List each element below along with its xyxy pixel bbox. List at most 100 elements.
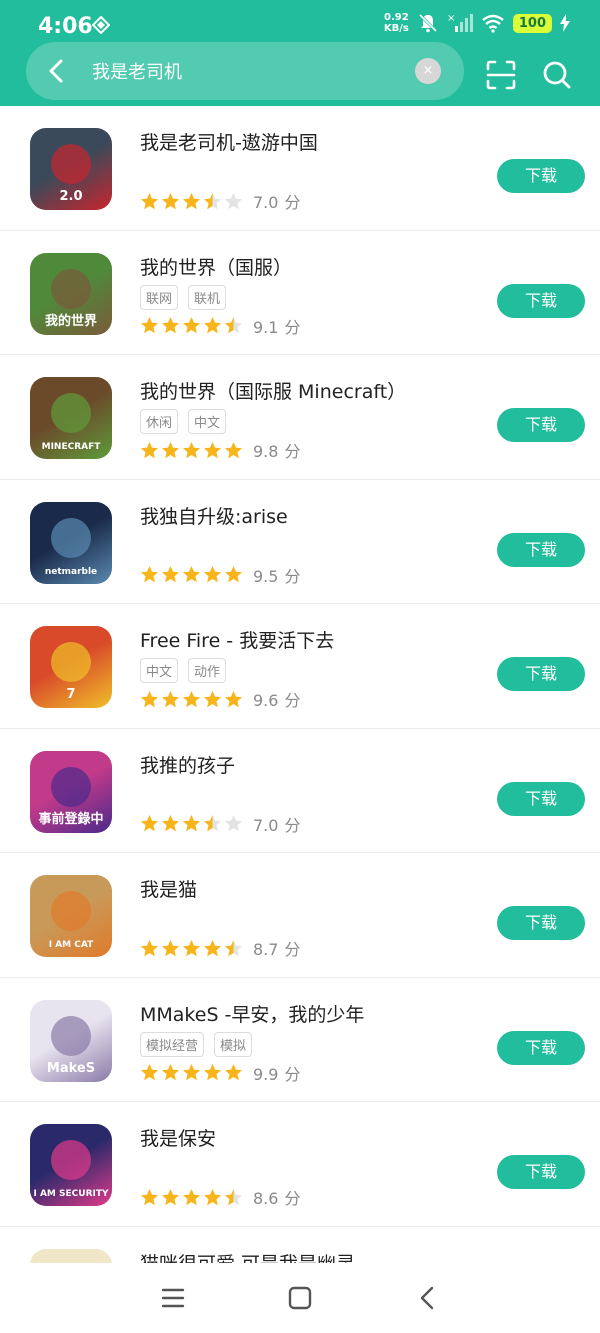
rating-score: 9.9 分: [253, 1061, 300, 1085]
app-name[interactable]: 我是老司机-遨游中国: [140, 128, 318, 155]
search-results-list[interactable]: 2.0 我是老司机-遨游中国 7.0 分下载 我的世界 我的世界（国服） 联网 联机 9.1 分下…: [0, 106, 600, 1263]
search-icon[interactable]: [540, 58, 574, 92]
star-icon: [224, 565, 243, 583]
menu-icon[interactable]: [158, 1283, 188, 1313]
app-name[interactable]: 我的世界（国际服 Minecraft）: [140, 377, 406, 404]
svg-text:×: ×: [447, 13, 455, 24]
app-tag: 联网: [140, 284, 179, 310]
app-list-item[interactable]: 事前登錄中 我推的孩子 7.0 分 下载: [0, 729, 600, 853]
app-name[interactable]: MMakeS -早安，我的少年: [140, 1000, 364, 1027]
app-list-item[interactable]: MINECRAFT 我的世界（国际服 Minecraft） 休闲 中文 9.8 分 下载: [0, 355, 600, 480]
app-tag: 模拟: [214, 1031, 253, 1057]
star-icon: [161, 690, 180, 707]
star-icon: [224, 316, 243, 334]
app-icon[interactable]: 事前登錄中: [30, 750, 112, 833]
download-button[interactable]: 下载: [497, 283, 585, 318]
back-arrow-icon[interactable]: [40, 54, 74, 88]
signal-icon: ×: [447, 13, 473, 32]
rating-stars: [140, 939, 243, 958]
app-name[interactable]: 我推的孩子: [140, 751, 235, 778]
app-icon[interactable]: netmarble: [30, 501, 112, 584]
star-icon: [140, 1188, 159, 1205]
status-indicators: 0.92 KB/s × 100: [384, 12, 570, 34]
rating-unit: 分: [284, 815, 301, 835]
app-icon[interactable]: I AM SECURITY: [30, 1124, 112, 1206]
app-icon[interactable]: [30, 1248, 112, 1263]
app-icon[interactable]: 我的世界: [30, 252, 112, 335]
app-icon[interactable]: I AM CAT: [30, 875, 112, 957]
app-tags: 休闲 中文: [140, 409, 227, 434]
app-icon-art: I AM CAT: [49, 891, 94, 950]
download-button[interactable]: 下载: [497, 532, 585, 567]
app-icon-text: I AM CAT: [49, 940, 94, 950]
star-icon: [203, 1188, 222, 1205]
app-name[interactable]: Free Fire - 我要活下去: [140, 626, 334, 653]
rating-value: 7.0: [253, 815, 279, 835]
star-icon: [140, 1063, 159, 1081]
download-button[interactable]: 下载: [497, 657, 585, 691]
rating-value: 9.8: [253, 442, 279, 461]
app-icon[interactable]: MakeS: [30, 999, 112, 1082]
app-name[interactable]: 我是保安: [140, 1124, 216, 1151]
app-icon-text: 我的世界: [45, 313, 97, 329]
star-icon: [203, 316, 222, 334]
app-icon-art: I AM SECURITY: [33, 1140, 109, 1199]
app-icon[interactable]: MINECRAFT: [30, 377, 112, 459]
app-name[interactable]: 我的世界（国服）: [140, 253, 292, 280]
rating-value: 9.6: [253, 691, 279, 710]
star-icon: [161, 814, 180, 832]
app-tag: 中文: [140, 658, 179, 683]
download-button[interactable]: 下载: [497, 408, 585, 442]
rating-unit: 分: [284, 1064, 301, 1084]
rating-unit: 分: [284, 193, 301, 212]
app-name[interactable]: 我独自升级:arise: [140, 502, 288, 529]
star-icon: [182, 316, 201, 334]
app-rating: 9.1 分: [140, 314, 300, 338]
app-list-item[interactable]: MakeS MMakeS -早安，我的少年 模拟经营 模拟 9.9 分 下载: [0, 978, 600, 1102]
star-icon: [203, 192, 222, 209]
clear-search-button[interactable]: ×: [415, 58, 441, 84]
rating-stars: [140, 1063, 243, 1082]
app-list-item[interactable]: 我的世界 我的世界（国服） 联网 联机 9.1 分 下载: [0, 231, 600, 355]
back-icon[interactable]: [413, 1283, 443, 1313]
rating-score: 7.0 分: [253, 189, 300, 213]
download-button[interactable]: 下载: [497, 1155, 585, 1189]
star-icon: [140, 939, 159, 956]
app-list-item[interactable]: 2.0 我是老司机-遨游中国 7.0 分 下载: [0, 106, 600, 231]
download-button[interactable]: 下载: [497, 159, 585, 193]
app-name[interactable]: 猫咪很可爱 可是我是幽灵: [140, 1249, 355, 1264]
app-list-item[interactable]: I AM SECURITY 我是保安 8.6 分 下载: [0, 1102, 600, 1227]
star-icon: [140, 565, 159, 583]
app-tag: 休闲: [140, 409, 179, 434]
app-icon[interactable]: 2.0: [30, 128, 112, 210]
rating-unit: 分: [284, 691, 301, 710]
download-button[interactable]: 下载: [497, 781, 585, 816]
app-list-item[interactable]: 7 Free Fire - 我要活下去 中文 动作 9.6 分 下载: [0, 604, 600, 729]
app-tag: 动作: [188, 658, 227, 683]
star-icon: [140, 441, 159, 458]
rating-value: 9.9: [253, 1064, 279, 1084]
rating-score: 9.6 分: [253, 687, 300, 711]
download-button[interactable]: 下载: [497, 906, 585, 940]
search-box: ×: [26, 42, 464, 100]
app-name[interactable]: 我是猫: [140, 875, 197, 902]
star-icon: [203, 814, 222, 832]
app-icon-text: MakeS: [47, 1061, 95, 1076]
rating-stars: [140, 316, 243, 335]
star-icon: [224, 441, 243, 458]
rating-score: 9.1 分: [253, 314, 300, 338]
app-icon-text: MINECRAFT: [42, 442, 102, 452]
app-list-item[interactable]: I AM CAT 我是猫 8.7 分 下载: [0, 853, 600, 978]
app-list-item[interactable]: 猫咪很可爱 可是我是幽灵: [0, 1227, 600, 1264]
star-icon: [224, 1188, 243, 1205]
home-icon[interactable]: [285, 1283, 315, 1313]
rating-score: 7.0 分: [253, 812, 300, 836]
app-icon-text: 7: [66, 687, 75, 702]
rating-stars: [140, 441, 243, 460]
wifi-icon: [482, 14, 504, 33]
scan-icon[interactable]: [484, 58, 518, 92]
app-list-item[interactable]: netmarble 我独自升级:arise 9.5 分 下载: [0, 480, 600, 604]
search-input[interactable]: [92, 54, 412, 88]
download-button[interactable]: 下载: [497, 1030, 585, 1065]
app-icon[interactable]: 7: [30, 626, 112, 708]
